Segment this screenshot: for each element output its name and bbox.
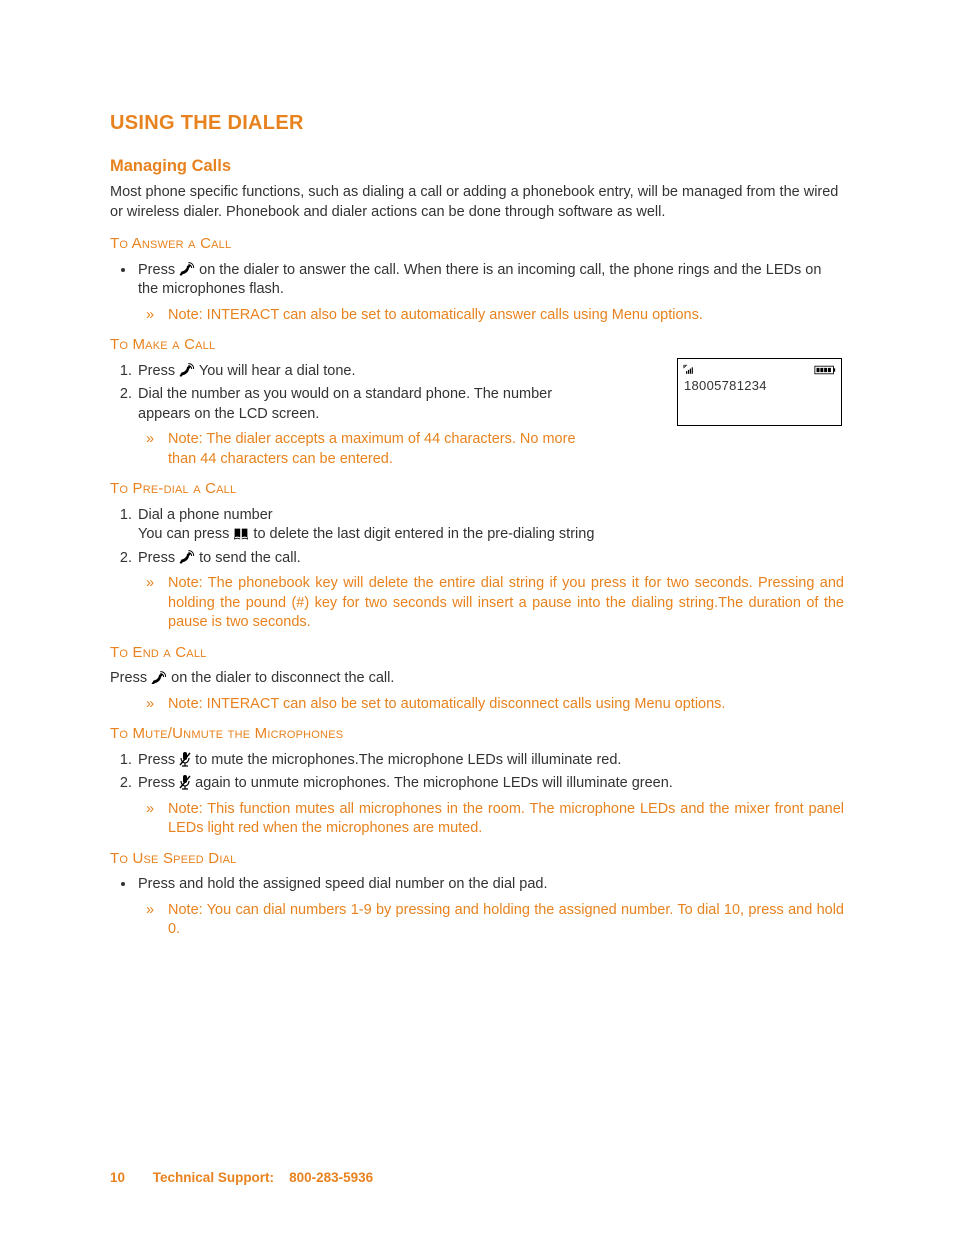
- text: again to unmute microphones. The microph…: [195, 775, 673, 791]
- note-predial: Note: The phonebook key will delete the …: [168, 574, 844, 633]
- predial-step-1: Dial a phone number You can press to del…: [136, 506, 844, 545]
- phone-icon: [179, 363, 195, 377]
- heading-speed-dial: To Use Speed Dial: [110, 849, 844, 869]
- manual-page: USING THE DIALER Managing Calls Most pho…: [0, 0, 954, 1235]
- text: Press: [138, 752, 179, 768]
- phonebook-icon: [233, 527, 249, 541]
- heading-make-call: To Make a Call: [110, 335, 844, 355]
- mute-step-1: Press to mute the microphones.The microp…: [136, 751, 844, 771]
- text: Dial a phone number: [138, 507, 273, 523]
- answer-call-item: Press on the dialer to answer the call. …: [136, 261, 844, 300]
- signal-icon: [683, 362, 695, 375]
- microphone-mute-icon: [179, 774, 191, 789]
- text: Press: [138, 550, 179, 566]
- text: on the dialer to answer the call. When t…: [138, 262, 821, 298]
- page-footer: 10 Technical Support: 800-283-5936: [110, 1169, 373, 1187]
- speed-dial-list: Press and hold the assigned speed dial n…: [110, 875, 844, 895]
- support-label: Technical Support:: [153, 1170, 274, 1185]
- text: to send the call.: [199, 550, 301, 566]
- note-answer: Note: INTERACT can also be set to automa…: [168, 306, 844, 326]
- note-make: Note: The dialer accepts a maximum of 44…: [168, 430, 598, 469]
- text: Press: [138, 363, 179, 379]
- microphone-mute-icon: [179, 751, 191, 766]
- heading-predial: To Pre-dial a Call: [110, 479, 844, 499]
- lcd-number: 18005781234: [678, 375, 841, 395]
- section-subtitle: Managing Calls: [110, 155, 844, 177]
- text: Press: [110, 670, 151, 686]
- heading-mute: To Mute/Unmute the Microphones: [110, 724, 844, 744]
- text: You will hear a dial tone.: [199, 363, 356, 379]
- text: on the dialer to disconnect the call.: [171, 670, 394, 686]
- text: You can press: [138, 526, 233, 542]
- intro-paragraph: Most phone specific functions, such as d…: [110, 183, 844, 222]
- phone-icon: [179, 550, 195, 564]
- speed-dial-item: Press and hold the assigned speed dial n…: [136, 875, 844, 895]
- answer-call-list: Press on the dialer to answer the call. …: [110, 261, 844, 300]
- end-call-body: Press on the dialer to disconnect the ca…: [110, 669, 844, 689]
- phone-icon: [151, 671, 167, 685]
- phone-icon: [179, 262, 195, 276]
- support-number: 800-283-5936: [289, 1170, 373, 1185]
- text: Press: [138, 775, 179, 791]
- page-title: USING THE DIALER: [110, 110, 844, 137]
- text: to delete the last digit entered in the …: [253, 526, 594, 542]
- make-call-step-2: Dial the number as you would on a standa…: [136, 385, 566, 424]
- lcd-figure: 18005781234: [677, 358, 842, 426]
- heading-answer-call: To Answer a Call: [110, 234, 844, 254]
- page-number: 10: [110, 1170, 125, 1185]
- text: Press: [138, 262, 179, 278]
- note-mute: Note: This function mutes all microphone…: [168, 800, 844, 839]
- text: to mute the microphones.The microphone L…: [195, 752, 621, 768]
- note-end: Note: INTERACT can also be set to automa…: [168, 695, 844, 715]
- predial-step-2: Press to send the call.: [136, 549, 844, 569]
- mute-list: Press to mute the microphones.The microp…: [110, 751, 844, 794]
- note-speed: Note: You can dial numbers 1-9 by pressi…: [168, 901, 844, 940]
- battery-icon: [814, 362, 836, 375]
- heading-end-call: To End a Call: [110, 643, 844, 663]
- predial-list: Dial a phone number You can press to del…: [110, 506, 844, 569]
- mute-step-2: Press again to unmute microphones. The m…: [136, 774, 844, 794]
- lcd-status-bar: [678, 359, 841, 375]
